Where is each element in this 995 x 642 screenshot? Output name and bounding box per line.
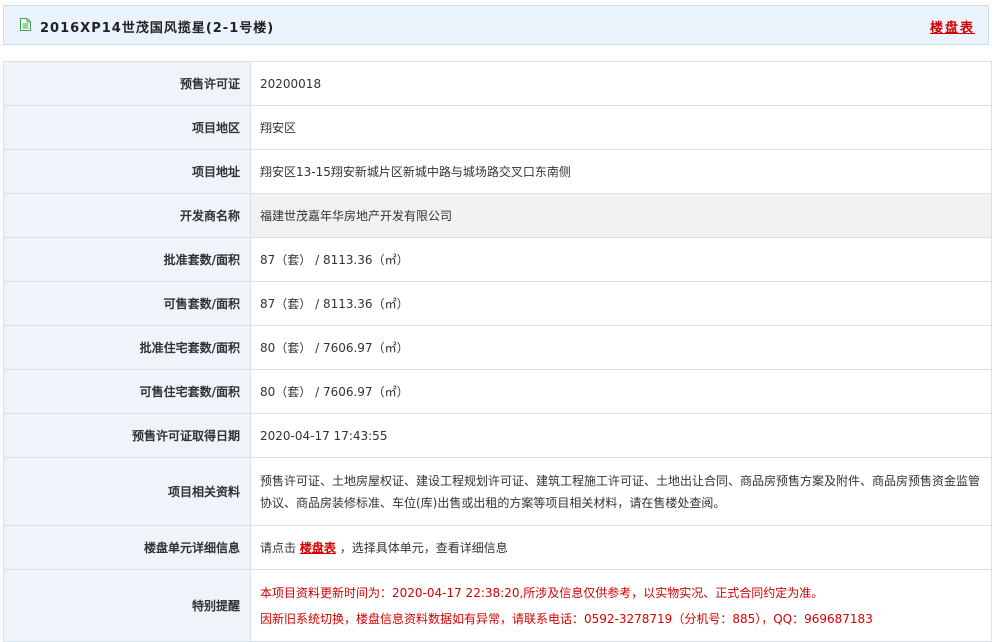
row-label: 可售住宅套数/面积 xyxy=(3,369,251,414)
row-label: 特别提醒 xyxy=(3,569,251,642)
page-header: 2016XP14世茂国风揽星(2-1号楼) 楼盘表 xyxy=(3,5,989,45)
row-label: 项目地址 xyxy=(3,149,251,194)
floor-plan-link[interactable]: 楼盘表 xyxy=(930,17,975,36)
table-row: 楼盘单元详细信息 请点击 楼盘表 ，选择具体单元，查看详细信息 xyxy=(3,525,992,570)
row-value: 请点击 楼盘表 ，选择具体单元，查看详细信息 xyxy=(250,525,992,570)
table-row: 可售套数/面积 87（套） / 8113.36（㎡） xyxy=(3,281,992,326)
row-label: 批准住宅套数/面积 xyxy=(3,325,251,370)
row-label: 预售许可证 xyxy=(3,61,251,106)
row-label: 楼盘单元详细信息 xyxy=(3,525,251,570)
table-row: 预售许可证取得日期 2020-04-17 17:43:55 xyxy=(3,413,992,458)
row-value: 20200018 xyxy=(250,61,992,106)
row-value: 翔安区13-15翔安新城片区新城中路与城场路交叉口东南侧 xyxy=(250,149,992,194)
row-value: 预售许可证、土地房屋权证、建设工程规划许可证、建筑工程施工许可证、土地出让合同、… xyxy=(250,457,992,526)
row-label: 项目相关资料 xyxy=(3,457,251,526)
row-label: 批准套数/面积 xyxy=(3,237,251,282)
table-row: 预售许可证 20200018 xyxy=(3,61,992,106)
detail-suffix: ，选择具体单元，查看详细信息 xyxy=(339,541,508,555)
table-row: 可售住宅套数/面积 80（套） / 7606.97（㎡） xyxy=(3,369,992,414)
detail-prefix: 请点击 xyxy=(260,541,297,555)
table-row: 项目地址 翔安区13-15翔安新城片区新城中路与城场路交叉口东南侧 xyxy=(3,149,992,194)
table-row: 开发商名称 福建世茂嘉年华房地产开发有限公司 xyxy=(3,193,992,238)
row-label: 开发商名称 xyxy=(3,193,251,238)
project-info-table: 预售许可证 20200018 项目地区 翔安区 项目地址 翔安区13-15翔安新… xyxy=(3,61,992,642)
document-icon xyxy=(20,18,31,31)
notice-value: 本项目资料更新时间为：2020-04-17 22:38:20,所涉及信息仅供参考… xyxy=(250,569,992,642)
table-row: 项目地区 翔安区 xyxy=(3,105,992,150)
row-label: 可售套数/面积 xyxy=(3,281,251,326)
row-value: 87（套） / 8113.36（㎡） xyxy=(250,281,992,326)
row-label: 项目地区 xyxy=(3,105,251,150)
table-row: 项目相关资料 预售许可证、土地房屋权证、建设工程规划许可证、建筑工程施工许可证、… xyxy=(3,457,992,526)
floor-plan-inline-link[interactable]: 楼盘表 xyxy=(300,541,336,555)
table-row: 特别提醒 本项目资料更新时间为：2020-04-17 22:38:20,所涉及信… xyxy=(3,569,992,642)
row-value: 福建世茂嘉年华房地产开发有限公司 xyxy=(250,193,992,238)
row-value: 87（套） / 8113.36（㎡） xyxy=(250,237,992,282)
row-value: 80（套） / 7606.97（㎡） xyxy=(250,325,992,370)
row-label: 预售许可证取得日期 xyxy=(3,413,251,458)
notice-line: 本项目资料更新时间为：2020-04-17 22:38:20,所涉及信息仅供参考… xyxy=(260,585,824,600)
row-value: 翔安区 xyxy=(250,105,992,150)
row-value: 2020-04-17 17:43:55 xyxy=(250,413,992,458)
table-row: 批准住宅套数/面积 80（套） / 7606.97（㎡） xyxy=(3,325,992,370)
row-value: 80（套） / 7606.97（㎡） xyxy=(250,369,992,414)
page-title: 2016XP14世茂国风揽星(2-1号楼) xyxy=(40,21,275,36)
table-row: 批准套数/面积 87（套） / 8113.36（㎡） xyxy=(3,237,992,282)
notice-line: 因新旧系统切换，楼盘信息资料数据如有异常，请联系电话：0592-3278719（… xyxy=(260,611,873,626)
